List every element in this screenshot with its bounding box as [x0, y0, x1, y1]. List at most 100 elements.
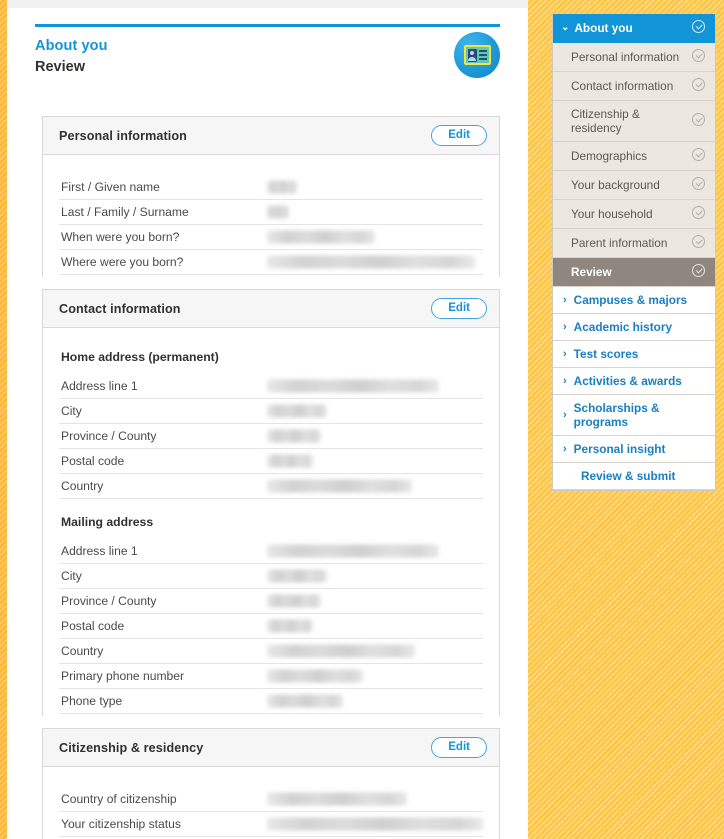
field-label: Country of citizenship	[61, 792, 177, 806]
sidebar-item-your-background[interactable]: Your background	[553, 171, 715, 200]
sidebar-item-review[interactable]: Review	[553, 258, 715, 287]
review-card: Personal information Edit First / Given na…	[42, 116, 500, 277]
sidebar-item-academic-history[interactable]: › Academic history	[553, 314, 715, 341]
sidebar-item-label: Demographics	[571, 149, 648, 163]
check-circle-ring	[692, 113, 705, 126]
redaction-blob	[267, 255, 475, 269]
sidebar-item-label: Scholarships & programs	[573, 401, 660, 429]
redaction-blob	[267, 230, 375, 244]
field-value-redacted	[267, 250, 483, 274]
sidebar-item-label: Your background	[571, 178, 660, 192]
edit-button[interactable]: Edit	[431, 125, 487, 146]
check-circle-icon	[692, 264, 705, 280]
field-value-redacted	[267, 399, 483, 423]
sidebar-item-about-you[interactable]: ⌄ About you	[553, 14, 715, 43]
field-label: Where were you born?	[61, 255, 184, 269]
check-circle-ring	[692, 148, 705, 161]
check-circle-ring	[692, 20, 705, 33]
chevron-right-icon: ›	[563, 443, 567, 455]
redaction-blob	[267, 205, 289, 219]
redaction-blob	[267, 454, 313, 468]
card-separator	[7, 716, 528, 728]
field-label: Phone type	[61, 694, 123, 708]
sidebar-item-label: Contact information	[571, 79, 674, 93]
sidebar-item-label: Your household	[571, 207, 653, 221]
field-label: Postal code	[61, 619, 125, 633]
sidebar-item-scholarships-and-programs[interactable]: › Scholarships & programs	[553, 395, 715, 436]
redaction-blob	[267, 792, 407, 806]
card-title: Personal information	[59, 128, 187, 143]
id-card-glyph	[463, 45, 491, 65]
redaction-blob	[267, 669, 363, 683]
field-value-redacted	[267, 449, 483, 473]
sidebar-item-label: Citizenship & residency	[571, 107, 640, 135]
field-label: Your citizenship status	[61, 817, 181, 831]
field-row: City	[59, 564, 483, 589]
chevron-right-icon: ›	[563, 375, 567, 387]
card-body: Home address (permanent) Address line 1 Ci…	[43, 328, 499, 716]
card-separator	[7, 277, 528, 289]
redaction-blob	[267, 544, 439, 558]
sidebar-item-activities-and-awards[interactable]: › Activities & awards	[553, 368, 715, 395]
field-label: Last / Family / Surname	[61, 205, 189, 219]
redaction-blob	[267, 569, 327, 583]
sidebar-item-review-and-submit[interactable]: Review & submit	[553, 463, 715, 490]
sidebar-item-campuses-and-majors[interactable]: › Campuses & majors	[553, 287, 715, 314]
redaction-blob	[267, 694, 343, 708]
sidebar-item-label: Personal information	[571, 50, 680, 64]
person-silhouette-icon	[467, 48, 477, 62]
sidebar-item-test-scores[interactable]: › Test scores	[553, 341, 715, 368]
field-label: First / Given name	[61, 180, 160, 194]
field-label: When were you born?	[61, 230, 180, 244]
edit-button[interactable]: Edit	[431, 737, 487, 758]
main-content: About you Review Personal information Edi…	[7, 0, 528, 839]
sidebar-item-demographics[interactable]: Demographics	[553, 142, 715, 171]
field-label: City	[61, 404, 82, 418]
id-card-lines	[478, 50, 487, 60]
sidebar-item-label: About you	[574, 21, 633, 35]
sidebar-item-parent-information[interactable]: Parent information	[553, 229, 715, 258]
field-value-redacted	[267, 424, 483, 448]
field-row: City	[59, 399, 483, 424]
sidebar-item-personal-insight[interactable]: › Personal insight	[553, 436, 715, 463]
field-group-subheading: Mailing address	[61, 515, 154, 529]
check-circle-ring	[692, 206, 705, 219]
field-label: Province / County	[61, 594, 157, 608]
redaction-blob	[267, 379, 439, 393]
field-label: Province / County	[61, 429, 157, 443]
field-row: Country	[59, 474, 483, 499]
chevron-right-icon: ›	[563, 348, 567, 360]
field-value-redacted	[267, 474, 483, 498]
field-value-redacted	[267, 639, 483, 663]
field-value-redacted	[267, 614, 483, 638]
left-edge-strip	[0, 0, 7, 839]
field-row: Postal code	[59, 449, 483, 474]
sidebar-item-contact-information[interactable]: Contact information	[553, 72, 715, 101]
field-row: Province / County	[59, 589, 483, 614]
field-label: City	[61, 569, 82, 583]
field-row: Last / Family / Surname	[59, 200, 483, 225]
card-header: Contact information Edit	[43, 290, 499, 328]
sidebar-item-citizenship-and-residency[interactable]: Citizenship & residency	[553, 101, 715, 142]
edit-button[interactable]: Edit	[431, 298, 487, 319]
chevron-down-icon: ⌄	[561, 22, 570, 33]
field-value-redacted	[267, 812, 483, 836]
sidebar-item-your-household[interactable]: Your household	[553, 200, 715, 229]
redaction-blob	[267, 619, 313, 633]
field-value-redacted	[267, 374, 483, 398]
redaction-blob	[267, 817, 483, 831]
check-circle-icon	[692, 206, 705, 222]
check-circle-icon	[692, 177, 705, 193]
field-row: Address line 1	[59, 374, 483, 399]
field-value-redacted	[267, 664, 483, 688]
field-label: Country	[61, 644, 104, 658]
redaction-blob	[267, 594, 321, 608]
sidebar-item-personal-information[interactable]: Personal information	[553, 43, 715, 72]
field-label: Primary phone number	[61, 669, 185, 683]
card-title: Contact information	[59, 301, 181, 316]
page-header: About you Review	[35, 24, 500, 110]
redaction-blob	[267, 429, 321, 443]
chevron-right-icon: ›	[563, 321, 567, 333]
field-label: Country	[61, 479, 104, 493]
field-value-redacted	[267, 589, 483, 613]
